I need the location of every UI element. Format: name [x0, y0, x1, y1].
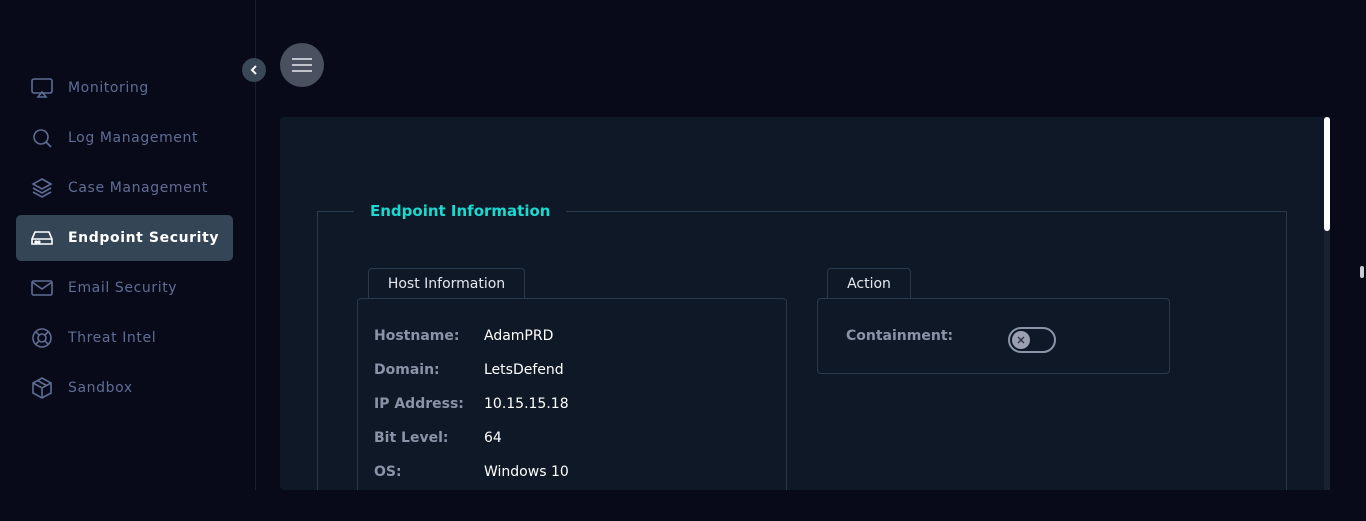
toggle-knob — [1012, 331, 1030, 349]
sidebar-item-threat-intel[interactable]: Threat Intel — [16, 315, 233, 361]
section-title: Endpoint Information — [370, 202, 551, 220]
info-value: LetsDefend — [484, 362, 564, 378]
sidebar-item-endpoint-security[interactable]: Endpoint Security — [16, 215, 233, 261]
chevron-left-icon — [250, 65, 257, 75]
info-key: IP Address: — [374, 396, 464, 412]
info-row-os: OS: Windows 10 — [374, 464, 569, 480]
sidebar-item-label: Endpoint Security — [68, 230, 220, 246]
info-row-hostname: Hostname: AdamPRD — [374, 328, 553, 344]
sidebar-item-log-management[interactable]: Log Management — [16, 115, 233, 161]
sidebar-item-label: Email Security — [68, 280, 178, 296]
sidebar-item-monitoring[interactable]: Monitoring — [16, 65, 233, 111]
sidebar-item-label: Case Management — [68, 180, 208, 196]
sidebar-item-label: Monitoring — [68, 80, 149, 96]
info-key: OS: — [374, 464, 402, 480]
monitor-icon — [30, 76, 54, 100]
info-value: AdamPRD — [484, 328, 554, 344]
info-value: 64 — [484, 430, 502, 446]
layers-icon — [30, 176, 54, 200]
info-value: Windows 10 — [484, 464, 569, 480]
host-information-box: Hostname: AdamPRD Domain: LetsDefend IP … — [357, 298, 787, 490]
info-value: 10.15.15.18 — [484, 396, 569, 412]
sidebar-item-case-management[interactable]: Case Management — [16, 165, 233, 211]
sidebar-item-sandbox[interactable]: Sandbox — [16, 365, 233, 411]
endpoint-panel: Endpoint Information Host Information Ho… — [280, 117, 1330, 490]
tab-action: Action — [827, 268, 911, 298]
containment-toggle[interactable] — [1008, 327, 1056, 353]
search-icon — [30, 126, 54, 150]
sidebar: Monitoring Log Management Case Managemen… — [0, 0, 256, 490]
hamburger-icon — [292, 58, 312, 72]
info-row-domain: Domain: LetsDefend — [374, 362, 564, 378]
info-row-ip-address: IP Address: 10.15.15.18 — [374, 396, 569, 412]
sidebar-item-label: Log Management — [68, 130, 199, 146]
sidebar-nav: Monitoring Log Management Case Managemen… — [16, 65, 233, 415]
collapse-sidebar-button[interactable] — [242, 58, 266, 82]
tab-host-information: Host Information — [368, 268, 525, 298]
action-box: Containment: — [817, 298, 1170, 374]
sidebar-item-label: Threat Intel — [68, 330, 157, 346]
info-key: Hostname: — [374, 328, 460, 344]
info-key: Bit Level: — [374, 430, 449, 446]
info-row-bit-level: Bit Level: 64 — [374, 430, 502, 446]
lifebuoy-icon — [30, 326, 54, 350]
cube-icon — [30, 376, 54, 400]
scrollbar-thumb[interactable] — [1324, 117, 1330, 231]
close-icon — [1017, 336, 1025, 344]
mail-icon — [30, 276, 54, 300]
menu-button[interactable] — [280, 43, 324, 87]
window-scrollbar-thumb[interactable] — [1360, 266, 1364, 278]
info-key: Domain: — [374, 362, 440, 378]
sidebar-item-label: Sandbox — [68, 380, 133, 396]
containment-label: Containment: — [846, 328, 954, 344]
hard-drive-icon — [30, 226, 54, 250]
sidebar-item-email-security[interactable]: Email Security — [16, 265, 233, 311]
